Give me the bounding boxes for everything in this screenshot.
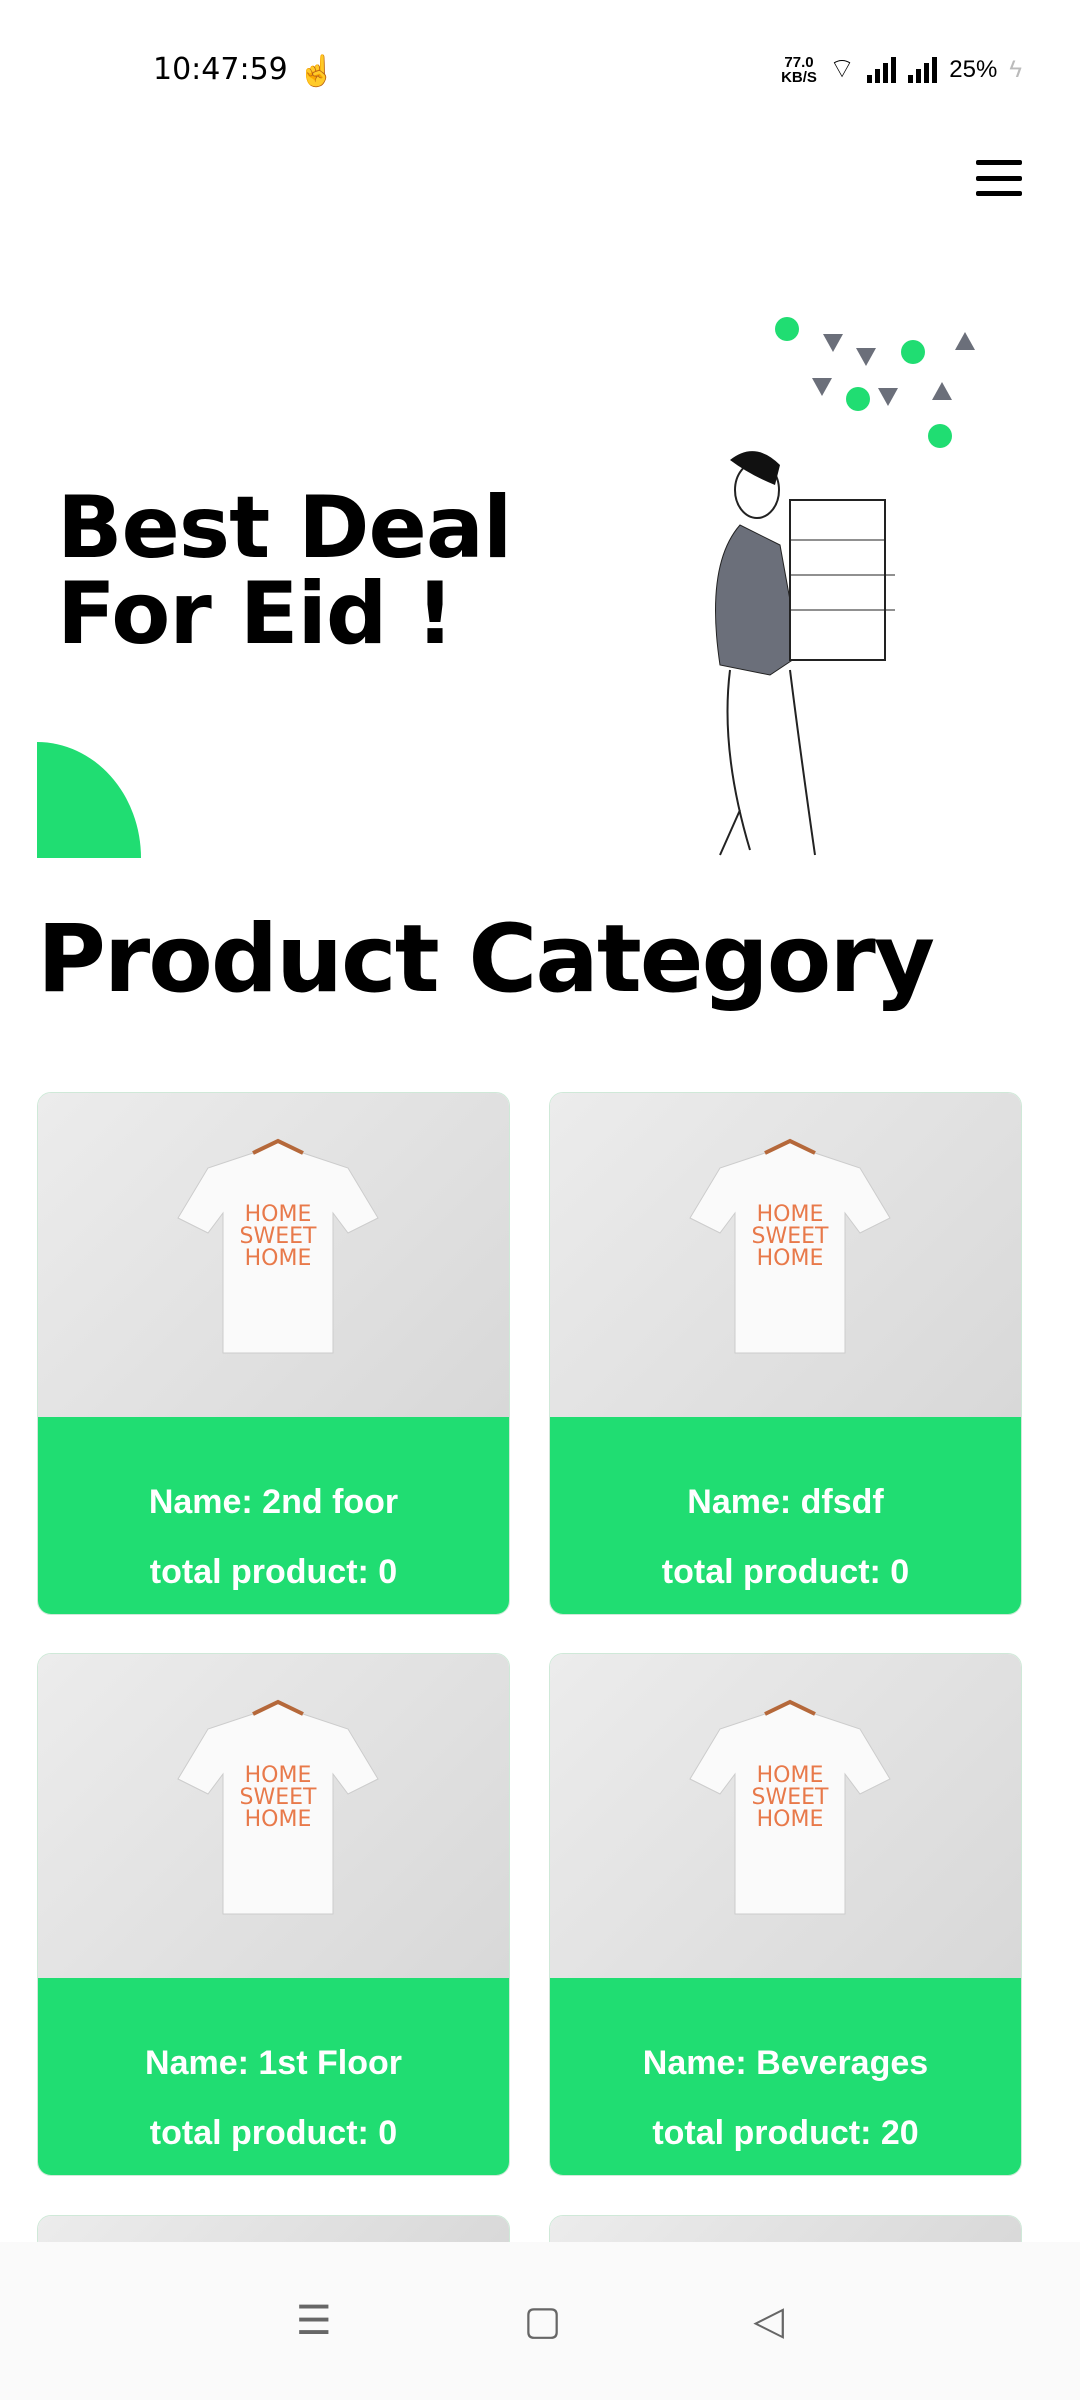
category-total-products: total product: 0	[149, 2114, 398, 2152]
shirt-print-text: HOME	[757, 1807, 824, 1832]
category-total-products: total product: 0	[149, 1553, 398, 1591]
category-image: HOME SWEET HOME	[38, 1654, 509, 1978]
back-icon[interactable]: ◁	[753, 2298, 784, 2344]
home-icon[interactable]: ▢	[524, 2298, 562, 2344]
touch-icon: ☝	[298, 55, 336, 88]
category-total-products: total product: 0	[661, 1553, 910, 1591]
tshirt-image: HOME SWEET HOME	[689, 1138, 891, 1354]
section-title: Product Category	[37, 905, 935, 1014]
tshirt-image: HOME SWEET HOME	[177, 1138, 379, 1354]
shirt-print-text: HOME	[245, 1246, 312, 1271]
shirt-print-text: HOME	[245, 1807, 312, 1832]
hero-line-1: Best Deal	[57, 478, 512, 578]
hero-line-2: For Eid !	[57, 564, 455, 664]
tshirt-image: HOME SWEET HOME	[177, 1699, 379, 1915]
shirt-print-text: HOME	[757, 1246, 824, 1271]
category-card[interactable]: HOME SWEET HOME Name: Beverages total pr…	[549, 1653, 1022, 2176]
category-card[interactable]: HOME SWEET HOME Name: dfsdf total produc…	[549, 1092, 1022, 1615]
category-name: Name: 1st Floor	[145, 2044, 402, 2082]
category-name: Name: Beverages	[642, 2044, 929, 2082]
charging-icon: ϟ	[1009, 55, 1022, 83]
category-image: HOME SWEET HOME	[550, 1654, 1021, 1978]
category-image: HOME SWEET HOME	[550, 1093, 1021, 1417]
tshirt-image: HOME SWEET HOME	[689, 1699, 891, 1915]
system-nav-bar: ☰ ▢ ◁	[0, 2242, 1080, 2400]
hero-title: Best Deal For Eid !	[57, 478, 512, 664]
wifi-icon: ⌔	[828, 53, 856, 84]
clock: 10:47:59	[153, 52, 288, 87]
hamburger-menu-icon[interactable]	[976, 160, 1022, 196]
status-bar: 10:47:59 ☝ 77.0 KB/S ⌔ 25% ϟ	[0, 0, 1080, 140]
category-card[interactable]: HOME SWEET HOME Name: 2nd foor total pro…	[37, 1092, 510, 1615]
category-name: Name: dfsdf	[687, 1483, 884, 1521]
signal-icon	[867, 56, 897, 83]
signal-icon-2	[908, 56, 938, 83]
speed-value: 77.0	[784, 53, 814, 71]
speed-unit: KB/S	[781, 68, 817, 86]
delivery-man-illustration	[715, 317, 975, 856]
category-card[interactable]: HOME SWEET HOME Name: 1st Floor total pr…	[37, 1653, 510, 2176]
category-image: HOME SWEET HOME	[38, 1093, 509, 1417]
category-total-products: total product: 20	[652, 2114, 919, 2152]
battery-level: 25%	[949, 55, 998, 83]
recent-apps-icon[interactable]: ☰	[296, 2298, 332, 2344]
category-name: Name: 2nd foor	[148, 1483, 399, 1521]
decorative-quarter-circle	[37, 742, 141, 858]
network-speed: 77.0 KB/S	[781, 55, 817, 85]
